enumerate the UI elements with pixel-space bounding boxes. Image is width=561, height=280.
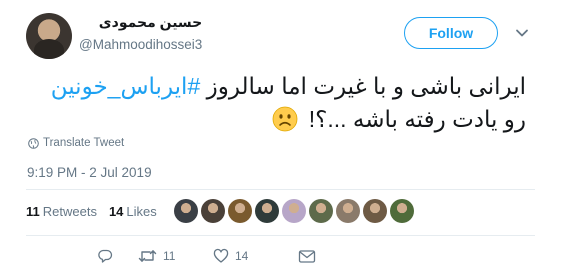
like-count: 14 — [235, 249, 249, 263]
tweet-actions: 11 14 — [97, 248, 316, 264]
reply-button[interactable] — [97, 248, 137, 264]
sad-face-emoji-icon — [272, 106, 298, 132]
engagement-stats: 11 Retweets 14 Likes — [26, 204, 157, 219]
liker-avatar[interactable] — [255, 199, 279, 223]
liker-avatar[interactable] — [282, 199, 306, 223]
liker-avatar[interactable] — [363, 199, 387, 223]
retweets-count: 11 — [26, 204, 40, 219]
liker-avatar[interactable] — [174, 199, 198, 223]
follow-button[interactable]: Follow — [404, 17, 498, 49]
likes-count: 14 — [108, 204, 124, 219]
envelope-icon — [298, 249, 316, 263]
translate-tweet-link[interactable]: Translate Tweet — [28, 137, 124, 149]
liker-avatar[interactable] — [336, 199, 360, 223]
heart-icon — [213, 248, 229, 263]
display-name[interactable]: حسین محمودی — [79, 14, 202, 31]
chevron-down-icon[interactable] — [515, 26, 529, 40]
user-names: حسین محمودی @Mahmoodihossei3 — [79, 14, 202, 52]
liker-avatar[interactable] — [228, 199, 252, 223]
hashtag-link[interactable]: #ایرباس_خونین — [51, 73, 201, 99]
tweet-text-part2: رو یادت رفته باشه ...؟! — [308, 106, 526, 132]
retweet-icon — [138, 250, 157, 262]
globe-icon — [28, 137, 39, 149]
liker-avatar[interactable] — [390, 199, 414, 223]
tweet-timestamp[interactable]: 9:19 PM - 2 Jul 2019 — [27, 165, 152, 180]
liker-avatar[interactable] — [309, 199, 333, 223]
likers-avatars — [174, 199, 414, 223]
retweet-button[interactable]: 11 — [138, 248, 213, 264]
retweet-count: 11 — [163, 249, 176, 263]
liker-avatar[interactable] — [201, 199, 225, 223]
avatar[interactable] — [26, 13, 72, 59]
likes-stat[interactable]: 14 Likes — [109, 204, 157, 219]
retweets-label: Retweets — [42, 204, 97, 219]
divider — [26, 189, 535, 190]
reply-icon — [98, 249, 113, 263]
divider — [26, 235, 535, 236]
tweet-text-part1: ایرانی باشی و با غیرت اما سالروز — [200, 73, 526, 99]
tweet-text: ایرانی باشی و با غیرت اما سالروز #ایرباس… — [26, 70, 526, 136]
like-button[interactable]: 14 — [213, 248, 298, 264]
likes-label: Likes — [126, 204, 157, 219]
translate-label: Translate Tweet — [43, 137, 125, 149]
direct-message-button[interactable] — [298, 249, 316, 264]
user-handle[interactable]: @Mahmoodihossei3 — [79, 37, 202, 52]
retweets-stat[interactable]: 11 Retweets — [26, 204, 97, 219]
